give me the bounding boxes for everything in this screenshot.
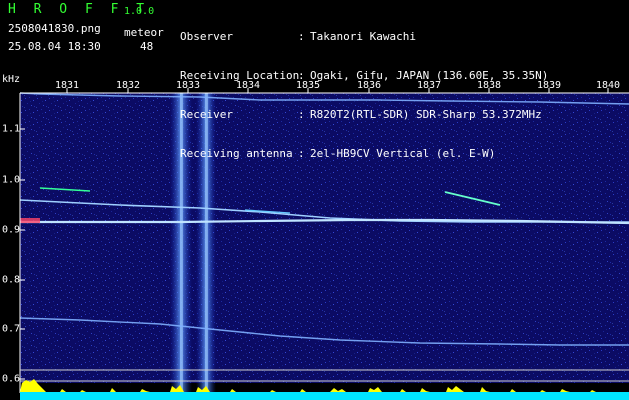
- x-tick-label: 1839: [536, 80, 562, 91]
- info-value: R820T2(RTL-SDR) SDR-Sharp 53.372MHz: [310, 108, 542, 121]
- x-tick-label: 1837: [416, 80, 442, 91]
- hroft-window: H R O F F T 1.0.0 2508041830.png meteor …: [0, 0, 629, 400]
- y-tick-label: 0.7: [2, 323, 21, 335]
- info-separator: :: [298, 147, 312, 160]
- x-tick-label: 1840: [595, 80, 621, 91]
- y-tick-label: 1.1: [2, 123, 21, 135]
- y-tick-label: 0.9: [2, 224, 21, 236]
- info-label: Receiver: [180, 108, 233, 121]
- y-tick-label: 1.0: [2, 174, 21, 186]
- y-axis-unit: kHz: [2, 74, 21, 85]
- x-tick-label: 1836: [356, 80, 382, 91]
- file-datetime: 25.08.04 18:30: [8, 40, 101, 53]
- meteor-count: 48: [140, 40, 154, 53]
- info-label: Receiving antenna: [180, 147, 293, 160]
- info-row-observer: Observer: Takanori Kawachi: [180, 30, 548, 43]
- x-tick-label: 1838: [476, 80, 502, 91]
- histogram-base: [20, 392, 629, 400]
- y-tick-label: 0.8: [2, 274, 21, 286]
- info-value: Takanori Kawachi: [310, 30, 416, 43]
- meteor-label: meteor: [124, 26, 164, 39]
- info-row-antenna: Receiving antenna: 2el-HB9CV Vertical (e…: [180, 147, 548, 160]
- info-separator: :: [298, 30, 312, 43]
- info-row-receiver: Receiver: R820T2(RTL-SDR) SDR-Sharp 53.3…: [180, 108, 548, 121]
- info-label: Observer: [180, 30, 233, 43]
- y-tick-label: 0.6: [2, 373, 21, 385]
- info-separator: :: [298, 108, 312, 121]
- x-tick-label: 1831: [54, 80, 80, 91]
- station-info: Observer: Takanori Kawachi Receiving Loc…: [180, 4, 548, 186]
- x-tick-label: 1834: [235, 80, 261, 91]
- app-version: 1.0.0: [124, 6, 155, 17]
- x-tick-label: 1835: [295, 80, 321, 91]
- file-name: 2508041830.png: [8, 22, 101, 35]
- info-value: 2el-HB9CV Vertical (el. E-W): [310, 147, 496, 160]
- x-tick-label: 1833: [175, 80, 201, 91]
- x-tick-label: 1832: [115, 80, 141, 91]
- meteor-echo: [20, 218, 40, 223]
